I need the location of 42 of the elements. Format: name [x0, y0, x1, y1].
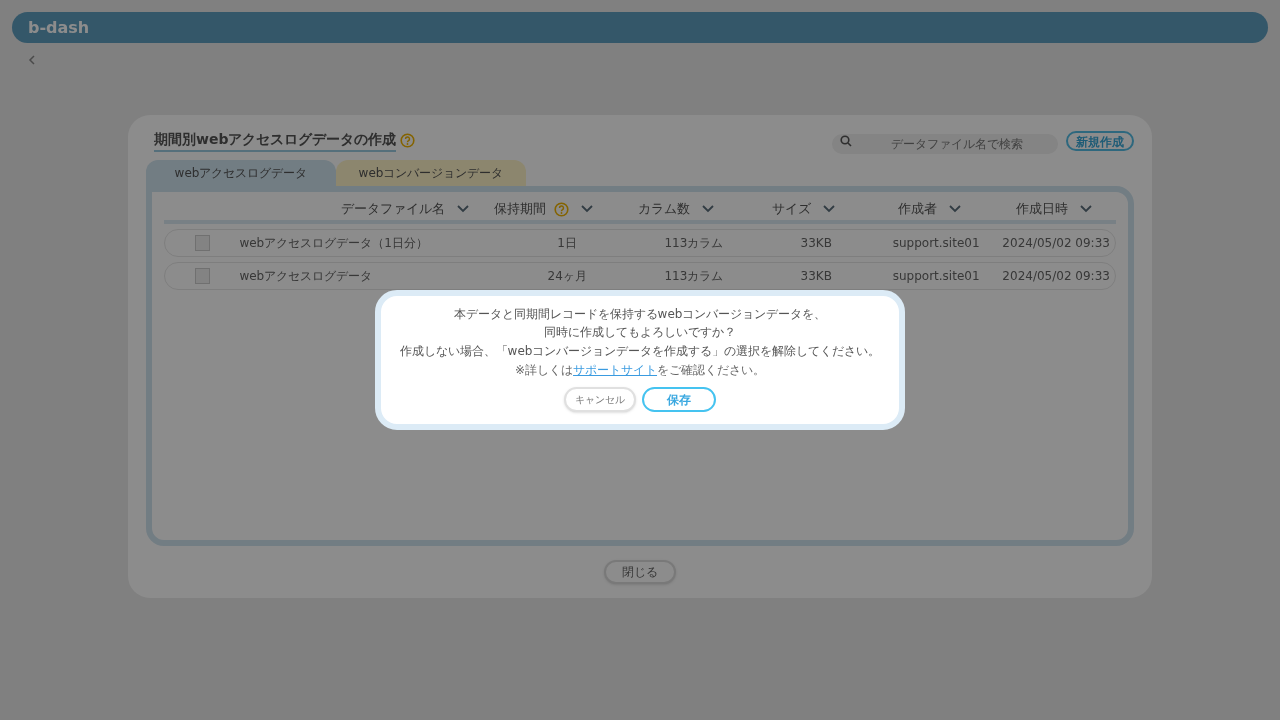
- new-button[interactable]: 新規作成: [1066, 130, 1134, 151]
- tab[interactable]: webアクセスログデータ: [146, 160, 336, 186]
- column-header[interactable]: データファイル名: [340, 199, 445, 219]
- column-header[interactable]: 作成日時: [1016, 199, 1069, 219]
- column-header[interactable]: 作成者: [897, 199, 937, 219]
- tab[interactable]: webコンバージョンデータ: [336, 160, 526, 186]
- table-cell-text: 113カラム: [663, 235, 725, 252]
- note-text: をご確認ください。: [657, 362, 766, 379]
- chevron-down-icon[interactable]: [580, 205, 593, 213]
- table-cell-text: 33KB: [799, 268, 833, 285]
- dialog-message: 同時に作成してもよろしいですか？: [544, 324, 736, 341]
- dialog-instruction: 作成しない場合、「webコンバージョンデータを作成する」の選択を解除してください。: [399, 343, 881, 360]
- back-chevron-icon[interactable]: [28, 55, 36, 65]
- table-cell-text: 2024/05/02 09:33: [1001, 268, 1111, 285]
- chevron-down-icon[interactable]: [456, 205, 469, 213]
- row-checkbox[interactable]: [195, 268, 210, 284]
- chevron-down-icon[interactable]: [1080, 205, 1093, 213]
- chevron-down-icon[interactable]: [948, 205, 961, 213]
- dialog-message: 本データと同期間レコードを保持するwebコンバージョンデータを、: [453, 306, 827, 323]
- save-button[interactable]: 保存: [642, 387, 716, 412]
- close-button[interactable]: 閉じる: [604, 560, 676, 584]
- column-header[interactable]: カラム数: [637, 199, 690, 219]
- panel-title: 期間別webアクセスログデータの作成: [154, 129, 397, 152]
- table-cell-text: support.site01: [891, 268, 981, 285]
- row-checkbox[interactable]: [195, 235, 210, 251]
- note-text: ※詳しくは: [514, 362, 574, 379]
- table-cell-text: webアクセスログデータ（1日分）: [238, 235, 429, 252]
- table-cell-text: support.site01: [891, 235, 981, 252]
- table-cell-text: 2024/05/02 09:33: [1001, 235, 1111, 252]
- table-cell-text: 113カラム: [663, 268, 725, 285]
- column-header[interactable]: 保持期間: [493, 199, 546, 219]
- table-cell-text: 24ヶ月: [546, 268, 588, 285]
- column-header[interactable]: サイズ: [772, 199, 812, 219]
- search-icon: [840, 134, 852, 147]
- table-cell-text: 1日: [556, 235, 578, 252]
- support-link[interactable]: サポートサイト: [573, 361, 658, 379]
- table-cell-text: 33KB: [799, 235, 833, 252]
- cancel-button[interactable]: キャンセル: [564, 387, 636, 412]
- table-cell-text: webアクセスログデータ: [238, 268, 374, 285]
- chevron-down-icon[interactable]: [701, 205, 714, 213]
- chevron-down-icon[interactable]: [823, 205, 836, 213]
- logo[interactable]: b-dash: [28, 15, 90, 40]
